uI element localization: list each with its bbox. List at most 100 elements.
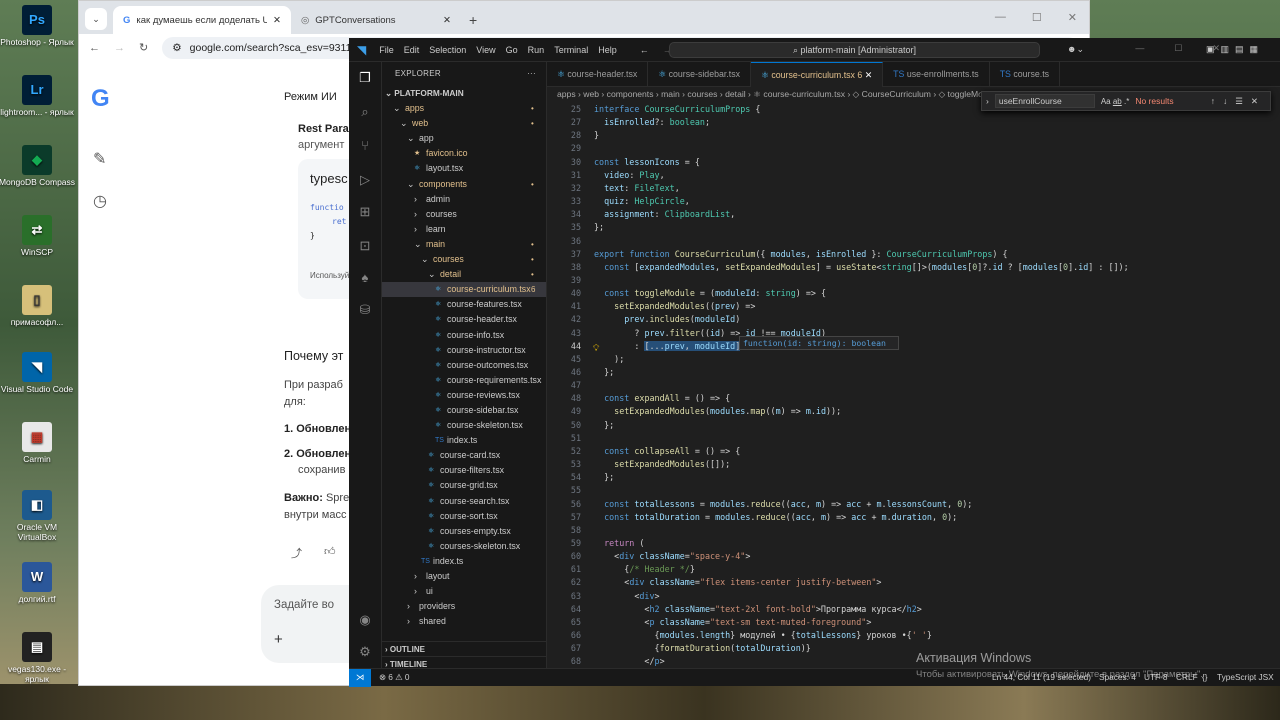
extensions-icon[interactable]: ⊞	[357, 204, 373, 220]
code-line[interactable]: const totalDuration = modules.reduce((ac…	[594, 512, 957, 522]
account-icon[interactable]: ◉	[357, 612, 373, 628]
file-item[interactable]: ⚛ layout.tsx	[382, 161, 546, 176]
code-line[interactable]: prev.includes(moduleId)	[594, 314, 740, 324]
site-info-icon[interactable]: ⚙	[172, 42, 181, 54]
editor-tab[interactable]: ⚛ course-header.tsx	[547, 62, 649, 87]
explorer-root[interactable]: ⌄ PLATFORM-MAIN	[382, 86, 546, 101]
editor-tab[interactable]: TS course.ts	[990, 62, 1061, 87]
expand-replace-icon[interactable]: ›	[986, 96, 989, 106]
code-line[interactable]: setExpandedModules([]);	[594, 459, 730, 469]
remote-icon[interactable]: ⋊	[349, 669, 371, 687]
copilot-icon[interactable]: ☻⌄	[1067, 44, 1084, 55]
file-item[interactable]: ⚛ course-curriculum.tsx 6	[382, 282, 546, 298]
find-input[interactable]: useEnrollCourse	[994, 94, 1095, 108]
code-line[interactable]: assignment: ClipboardList,	[594, 209, 735, 219]
find-nav[interactable]: ↑↓☰✕	[1211, 96, 1266, 107]
menu-file[interactable]: File	[374, 45, 399, 55]
new-chat-icon[interactable]: ✎	[93, 149, 106, 169]
menu-run[interactable]: Run	[523, 45, 550, 55]
folder-item[interactable]: ⌄ detail •	[382, 267, 546, 282]
remote-explorer-icon[interactable]: ⊡	[357, 238, 373, 254]
editor-tab[interactable]: ⚛ course-curriculum.tsx 6 ✕	[751, 62, 884, 87]
problems-status[interactable]: ⊗ 6 ⚠ 0	[379, 672, 410, 682]
menu-view[interactable]: View	[471, 45, 500, 55]
code-line[interactable]: <p className="text-sm text-muted-foregro…	[594, 617, 871, 627]
folder-item[interactable]: › courses	[382, 207, 546, 222]
code-view[interactable]: 💡︎ 25 interface CourseCurriculumProps {27…	[547, 102, 1280, 668]
desktop-icon[interactable]: ▯ примасофл...	[0, 285, 77, 327]
code-line[interactable]: {formatDuration(totalDuration)}	[594, 643, 811, 653]
code-line[interactable]: <div>	[594, 591, 659, 601]
back-icon[interactable]: ←	[89, 42, 100, 54]
nav-back-icon[interactable]: ←	[640, 45, 649, 55]
file-item[interactable]: ⚛ course-search.tsx	[382, 494, 546, 509]
chrome-tab-gptconversations[interactable]: ◎ GPTConversations ✕	[291, 6, 461, 34]
code-line[interactable]: }	[594, 130, 599, 140]
folder-item[interactable]: › providers	[382, 599, 546, 614]
code-line[interactable]: text: FileText,	[594, 183, 680, 193]
desktop-icon[interactable]: Wдолгий.rtf	[0, 562, 77, 604]
code-line[interactable]: const expandAll = () => {	[594, 393, 730, 403]
source-control-icon[interactable]: ⑂	[357, 138, 373, 154]
file-item[interactable]: ⚛ course-requirements.tsx	[382, 373, 546, 388]
folder-item[interactable]: › admin	[382, 192, 546, 207]
desktop-icon[interactable]: ▦ Carmin	[0, 422, 77, 464]
folder-item[interactable]: ⌄ web •	[382, 116, 546, 131]
folder-item[interactable]: › layout	[382, 569, 546, 584]
explorer-icon[interactable]: ❐	[357, 70, 373, 86]
folder-item[interactable]: ⌄ components •	[382, 177, 546, 192]
folder-item[interactable]: ⌄ main •	[382, 237, 546, 252]
desktop-icon[interactable]: ◥ Visual Studio Code	[0, 352, 77, 394]
settings-gear-icon[interactable]: ⚙	[357, 644, 373, 660]
file-item[interactable]: ⚛ course-card.tsx	[382, 448, 546, 463]
chrome-tab-google[interactable]: G как думаешь если доделать Ui ✕	[113, 6, 291, 34]
close-window-icon[interactable]: ✕	[1068, 11, 1077, 24]
file-item[interactable]: ⚛ course-grid.tsx	[382, 478, 546, 493]
share-icon[interactable]: ⤴	[291, 545, 302, 561]
thumbs-up-icon[interactable]: 👍︎	[324, 545, 336, 558]
file-item[interactable]: TS index.ts	[382, 433, 546, 448]
close-icon[interactable]: ✕	[273, 15, 281, 26]
desktop-icon[interactable]: Ps Photoshop - Ярлык	[0, 5, 77, 47]
run-debug-icon[interactable]: ▷	[357, 172, 373, 188]
code-line[interactable]: {/* Header */}	[594, 564, 695, 574]
forward-icon[interactable]: →	[114, 42, 125, 54]
file-item[interactable]: ⚛ course-sort.tsx	[382, 509, 546, 524]
file-item[interactable]: ⚛ course-header.tsx	[382, 312, 546, 327]
code-line[interactable]: interface CourseCurriculumProps {	[594, 104, 760, 114]
code-line[interactable]: };	[594, 222, 604, 232]
code-line[interactable]: const collapseAll = () => {	[594, 446, 740, 456]
code-line[interactable]: <h2 className="text-2xl font-bold">Прогр…	[594, 604, 921, 614]
mongodb-icon[interactable]: ♠	[357, 270, 373, 286]
menu-edit[interactable]: Edit	[399, 45, 425, 55]
match-options[interactable]: Aa ab .*	[1101, 97, 1129, 106]
code-line[interactable]: quiz: HelpCircle,	[594, 196, 690, 206]
desktop-icon[interactable]: ◆ MongoDB Compass	[0, 145, 77, 187]
code-line[interactable]: const totalLessons = modules.reduce((acc…	[594, 499, 972, 509]
folder-item[interactable]: › ui	[382, 584, 546, 599]
desktop-icon[interactable]: Lr lightroom... - ярлык	[0, 75, 77, 117]
editor-tab[interactable]: ⚛ course-sidebar.tsx	[648, 62, 752, 87]
file-item[interactable]: ⚛ course-outcomes.tsx	[382, 358, 546, 373]
more-actions-icon[interactable]: ···	[527, 62, 536, 86]
file-item[interactable]: ⚛ course-filters.tsx	[382, 463, 546, 478]
desktop-icon[interactable]: ▤ vegas130.exe - ярлык	[0, 632, 77, 684]
file-item[interactable]: ⚛ courses-empty.tsx	[382, 524, 546, 539]
code-line[interactable]: return (	[594, 538, 644, 548]
folder-item[interactable]: › learn	[382, 222, 546, 237]
file-item[interactable]: TS index.ts	[382, 554, 546, 569]
menu-go[interactable]: Go	[501, 45, 523, 55]
code-line[interactable]: </p>	[594, 656, 664, 666]
menu-help[interactable]: Help	[593, 45, 622, 55]
file-item[interactable]: ⚛ course-skeleton.tsx	[382, 418, 546, 433]
code-line[interactable]: };	[594, 367, 614, 377]
code-line[interactable]: export function CourseCurriculum({ modul…	[594, 249, 1008, 259]
tab-search-icon[interactable]: ⌄	[85, 8, 107, 30]
folder-item[interactable]: ⌄ app	[382, 131, 546, 146]
code-line[interactable]: setExpandedModules(modules.map((m) => m.…	[594, 406, 841, 416]
code-line[interactable]: const [expandedModules, setExpandedModul…	[594, 262, 1129, 272]
search-icon[interactable]: ⌕	[357, 104, 373, 120]
file-item[interactable]: ⚛ course-info.tsx	[382, 328, 546, 343]
code-line[interactable]: video: Play,	[594, 170, 665, 180]
reload-icon[interactable]: ↻	[139, 41, 148, 54]
